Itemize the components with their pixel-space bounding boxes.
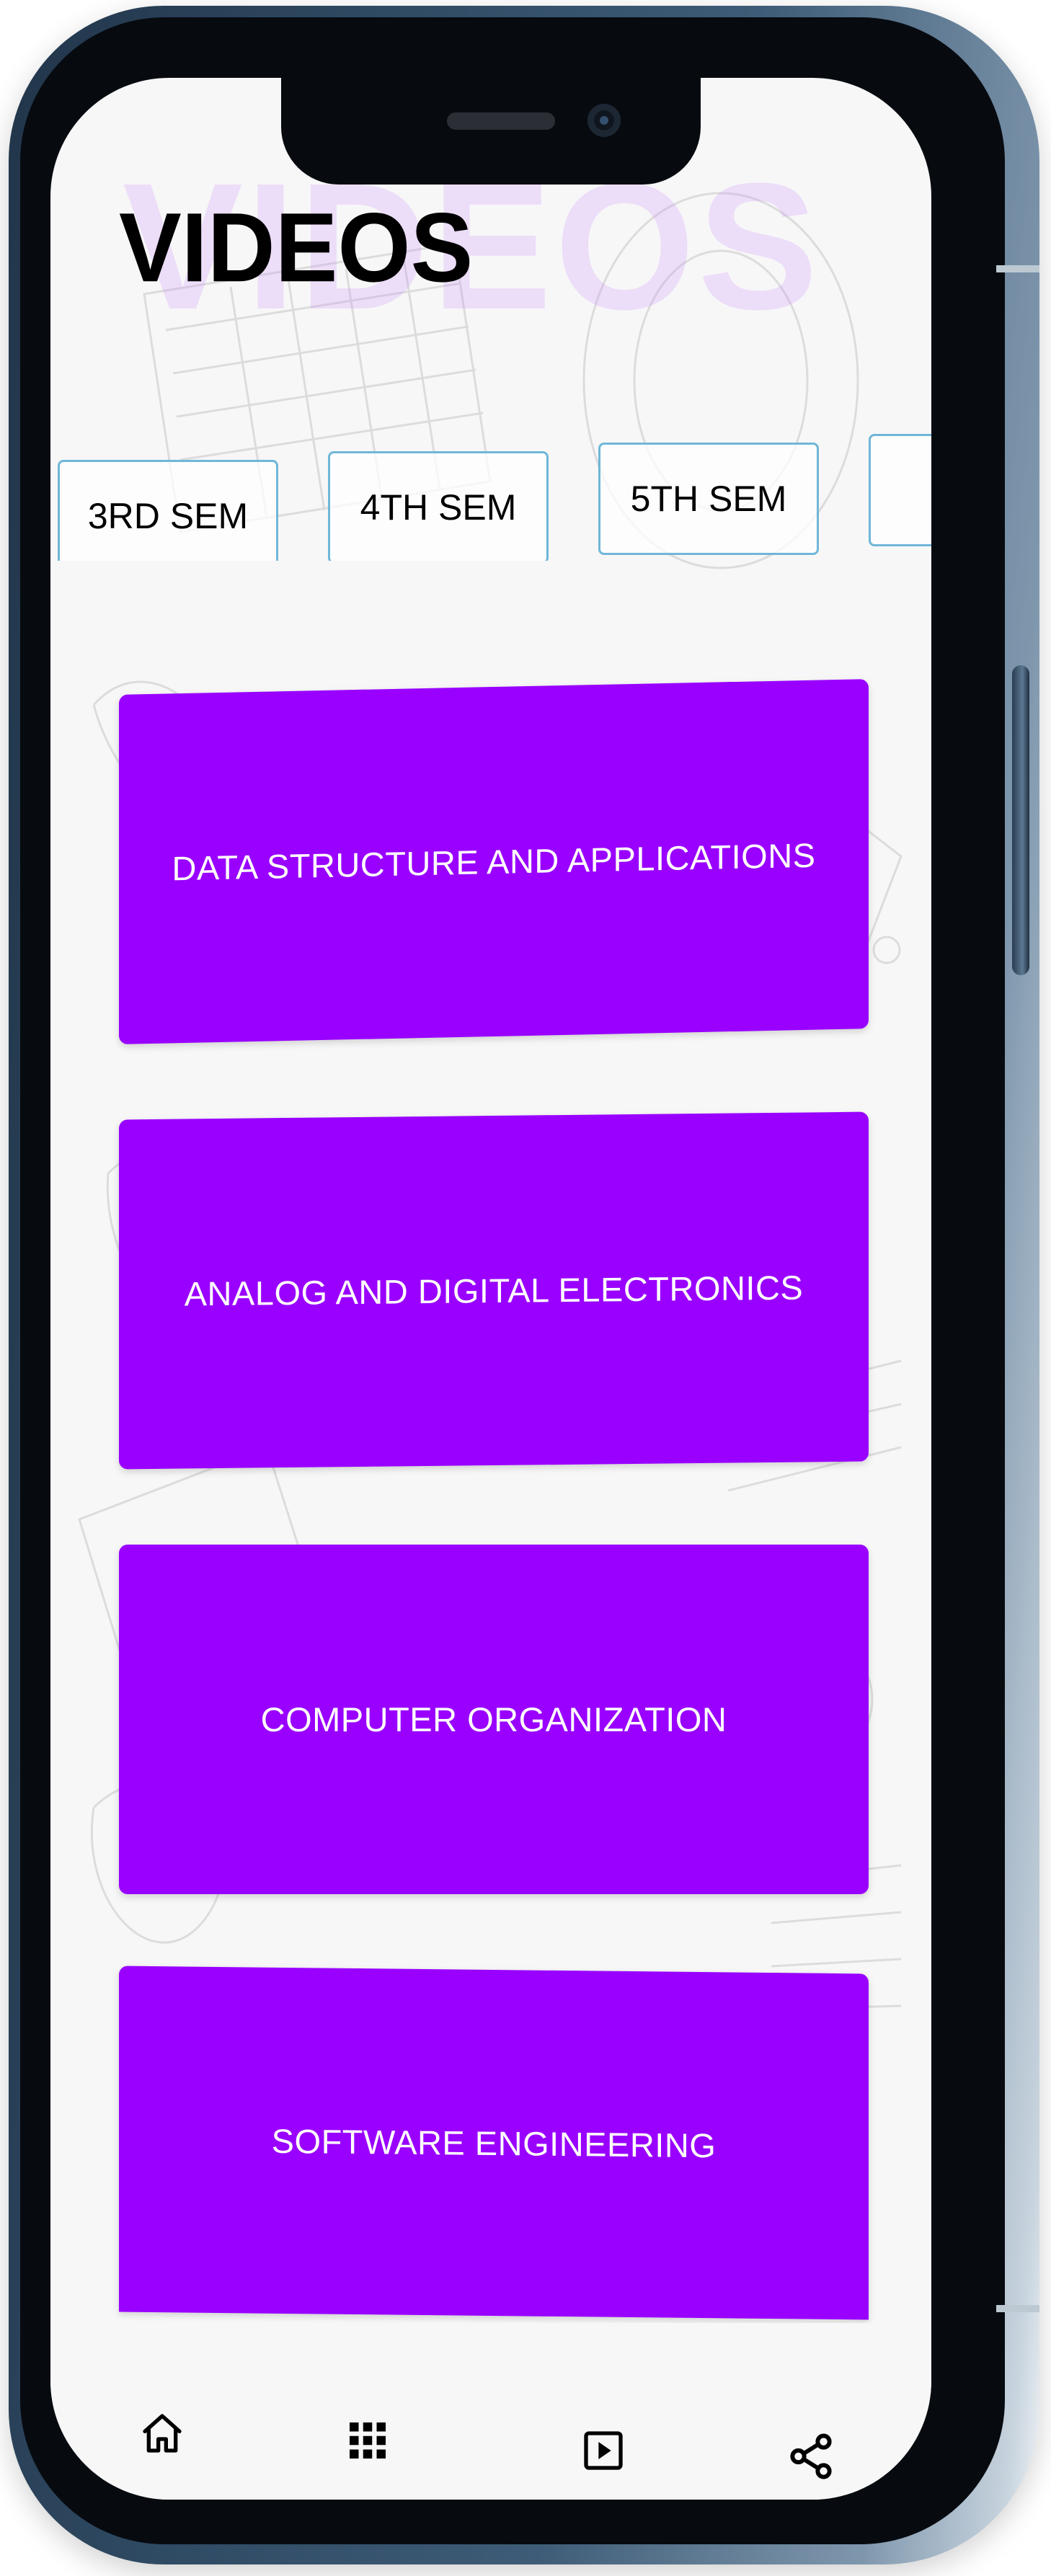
front-camera xyxy=(587,104,621,137)
antenna-band-top xyxy=(996,265,1039,272)
share-icon xyxy=(790,2433,832,2479)
play-icon xyxy=(584,2431,623,2470)
tab-6th-sem[interactable]: 6T xyxy=(869,434,931,546)
subject-card-software-engineering[interactable]: SOFTWARE ENGINEERING xyxy=(119,1966,869,2320)
nav-share[interactable] xyxy=(779,2424,843,2489)
subject-card-data-structure[interactable]: DATA STRUCTURE AND APPLICATIONS xyxy=(119,679,869,1044)
semester-tabs: 3RD SEM 4TH SEM 5TH SEM 6T xyxy=(50,431,931,561)
home-icon xyxy=(143,2414,182,2453)
grid-icon xyxy=(350,2422,386,2459)
subject-card-label: SOFTWARE ENGINEERING xyxy=(271,2121,717,2164)
subject-card-label: DATA STRUCTURE AND APPLICATIONS xyxy=(172,835,816,888)
tab-4th-sem[interactable]: 4TH SEM xyxy=(328,451,549,561)
phone-frame: VIDEOS VIDEOS 3RD SEM 4TH SEM 5TH SEM 6T… xyxy=(9,6,1039,2564)
subject-card-analog-digital[interactable]: ANALOG AND DIGITAL ELECTRONICS xyxy=(119,1111,869,1470)
subject-card-label: COMPUTER ORGANIZATION xyxy=(260,1700,727,1738)
device-notch xyxy=(281,78,701,185)
nav-home[interactable] xyxy=(130,2401,195,2466)
subject-card-label: ANALOG AND DIGITAL ELECTRONICS xyxy=(184,1268,804,1313)
tab-3rd-sem[interactable]: 3RD SEM xyxy=(58,460,278,561)
nav-videos[interactable] xyxy=(571,2418,636,2483)
subject-card-computer-organization[interactable]: COMPUTER ORGANIZATION xyxy=(119,1545,869,1894)
nav-grid[interactable] xyxy=(335,2408,400,2473)
antenna-band-bottom xyxy=(996,2305,1039,2312)
app-screen: VIDEOS VIDEOS 3RD SEM 4TH SEM 5TH SEM 6T… xyxy=(50,78,931,2500)
side-button xyxy=(1012,665,1029,975)
page-title: VIDEOS xyxy=(119,192,474,303)
tab-5th-sem[interactable]: 5TH SEM xyxy=(598,443,819,555)
bottom-navigation xyxy=(50,2323,931,2500)
earpiece-speaker xyxy=(447,112,555,130)
